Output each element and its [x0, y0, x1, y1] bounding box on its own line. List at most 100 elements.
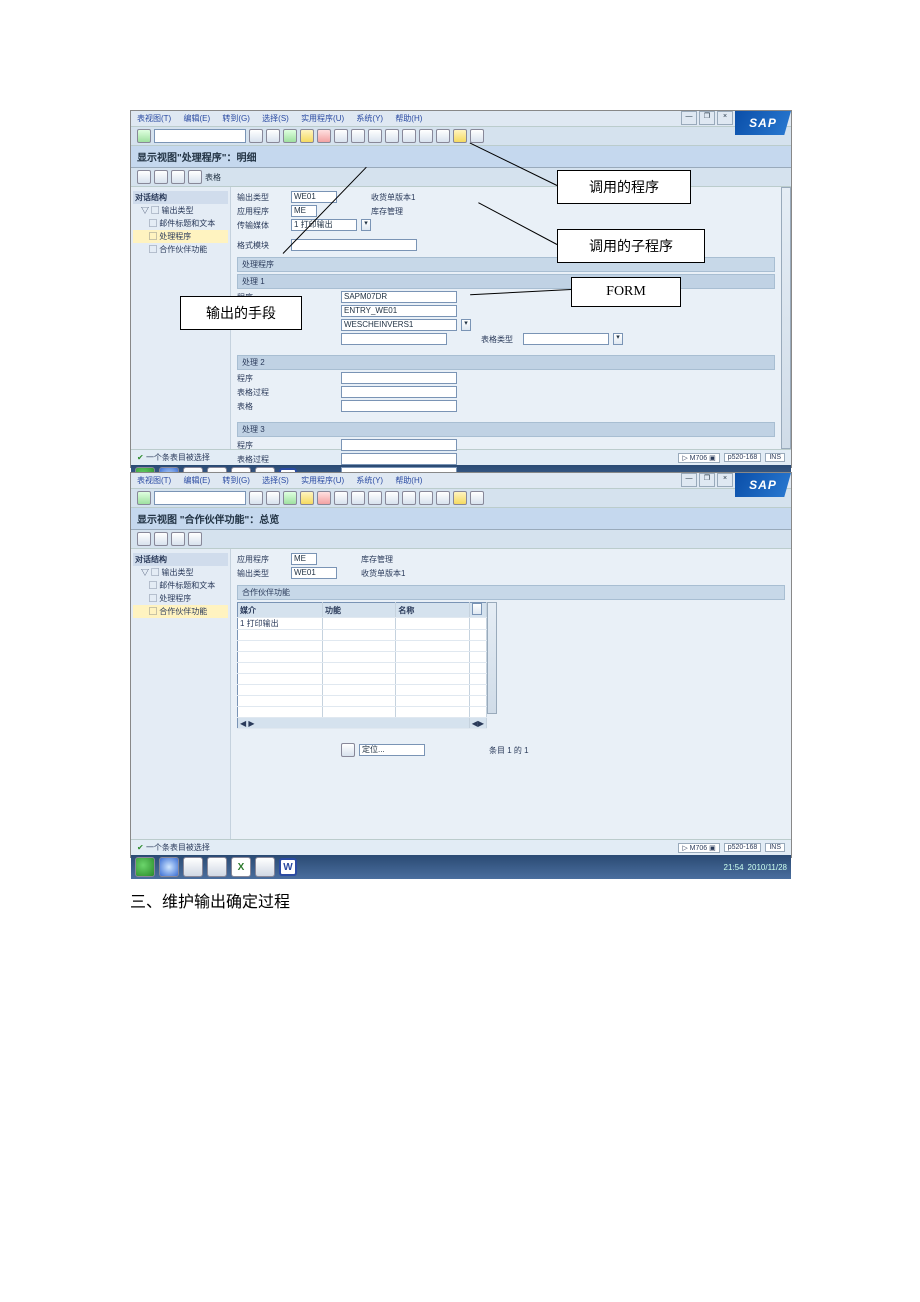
tree-output-type[interactable]: ▽ ▢ 输出类型 — [133, 566, 228, 579]
other-entry-icon[interactable] — [154, 170, 168, 184]
tree-mail-title[interactable]: ▢ 邮件标题和文本 — [133, 579, 228, 592]
col-name[interactable]: 名称 — [396, 603, 469, 618]
table-row[interactable] — [238, 630, 487, 641]
menu-help[interactable]: 帮助(H) — [395, 476, 422, 485]
proc2-routine-field[interactable] — [341, 386, 457, 398]
menu-utilities[interactable]: 实用程序(U) — [301, 476, 344, 485]
menu-edit[interactable]: 编辑(E) — [183, 476, 210, 485]
table-row-hscroll[interactable]: ◀ ▶◀▶ — [238, 718, 487, 729]
form-type-dropdown-icon[interactable]: ▾ — [613, 333, 623, 345]
close-icon[interactable]: × — [717, 111, 733, 125]
table-row[interactable]: 1 打印输出 — [238, 618, 487, 630]
menu-table-view[interactable]: 表视图(T) — [137, 476, 171, 485]
tree-partner-function[interactable]: ▢ 合作伙伴功能 — [133, 605, 228, 618]
find-next-icon[interactable] — [368, 491, 382, 505]
minimize-icon[interactable]: — — [681, 473, 697, 487]
close-icon[interactable]: × — [717, 473, 733, 487]
sap-task-icon[interactable] — [255, 857, 275, 877]
medium-dropdown-icon[interactable]: ▾ — [361, 219, 371, 231]
find-icon[interactable] — [351, 491, 365, 505]
last-page-icon[interactable] — [436, 129, 450, 143]
menu-system[interactable]: 系统(Y) — [356, 114, 383, 123]
stop-icon[interactable] — [317, 491, 331, 505]
app-icon[interactable] — [207, 857, 227, 877]
tree-mail-title[interactable]: ▢ 邮件标题和文本 — [133, 217, 228, 230]
table-row[interactable] — [238, 707, 487, 718]
menu-edit[interactable]: 编辑(E) — [183, 114, 210, 123]
first-page-icon[interactable] — [385, 491, 399, 505]
save-icon[interactable] — [249, 491, 263, 505]
vertical-scrollbar[interactable] — [781, 187, 791, 449]
start-button-icon[interactable] — [135, 857, 155, 877]
menu-goto[interactable]: 转到(G) — [222, 476, 250, 485]
table-row[interactable] — [238, 641, 487, 652]
new-session-icon[interactable] — [453, 491, 467, 505]
command-field[interactable] — [154, 129, 246, 143]
excel-icon[interactable]: X — [231, 857, 251, 877]
new-session-icon[interactable] — [453, 129, 467, 143]
next-page-icon[interactable] — [419, 129, 433, 143]
col-medium[interactable]: 媒介 — [238, 603, 323, 618]
proc3-routine-field[interactable] — [341, 453, 457, 465]
table-row[interactable] — [238, 663, 487, 674]
restore-icon[interactable]: ❐ — [699, 473, 715, 487]
tree-output-type[interactable]: ▽ ▢ 输出类型 — [133, 204, 228, 217]
tree-processing-program[interactable]: ▢ 处理程序 — [133, 230, 228, 243]
back-icon[interactable] — [266, 129, 280, 143]
prev-page-icon[interactable] — [402, 129, 416, 143]
first-page-icon[interactable] — [385, 129, 399, 143]
menu-system[interactable]: 系统(Y) — [356, 476, 383, 485]
menu-goto[interactable]: 转到(G) — [222, 114, 250, 123]
enter-icon[interactable] — [137, 129, 151, 143]
exit-icon[interactable] — [283, 129, 297, 143]
layout-icon[interactable] — [470, 491, 484, 505]
select-all-icon[interactable] — [188, 170, 202, 184]
display-change-icon[interactable] — [137, 170, 151, 184]
col-function[interactable]: 功能 — [323, 603, 396, 618]
save-icon[interactable] — [249, 129, 263, 143]
application-field[interactable]: ME — [291, 205, 317, 217]
proc1-program-field[interactable]: SAPM07DR — [341, 291, 457, 303]
prev-page-icon[interactable] — [402, 491, 416, 505]
layout-icon[interactable] — [470, 129, 484, 143]
proc2-program-field[interactable] — [341, 372, 457, 384]
output-type-field[interactable]: WE01 — [291, 191, 337, 203]
print-icon[interactable] — [334, 491, 348, 505]
cancel-icon[interactable] — [300, 491, 314, 505]
table-vertical-scrollbar[interactable] — [487, 602, 497, 714]
application-field[interactable]: ME — [291, 553, 317, 565]
proc2-form-field[interactable] — [341, 400, 457, 412]
menu-help[interactable]: 帮助(H) — [395, 114, 422, 123]
table-row[interactable] — [238, 652, 487, 663]
minimize-icon[interactable]: — — [681, 111, 697, 125]
deselect-all-icon[interactable] — [171, 532, 185, 546]
enter-icon[interactable] — [137, 491, 151, 505]
find-icon[interactable] — [351, 129, 365, 143]
menu-utilities[interactable]: 实用程序(U) — [301, 114, 344, 123]
next-page-icon[interactable] — [419, 491, 433, 505]
table-row[interactable] — [238, 696, 487, 707]
menu-table-view[interactable]: 表视图(T) — [137, 114, 171, 123]
copy-icon[interactable] — [171, 170, 185, 184]
display-change-icon[interactable] — [137, 532, 151, 546]
transmission-medium-field[interactable]: 1 打印输出 — [291, 219, 357, 231]
restore-icon[interactable]: ❐ — [699, 111, 715, 125]
stop-icon[interactable] — [317, 129, 331, 143]
explorer-icon[interactable] — [183, 857, 203, 877]
format-module-field[interactable] — [291, 239, 417, 251]
last-page-icon[interactable] — [436, 491, 450, 505]
position-field[interactable]: 定位... — [359, 744, 425, 756]
find-next-icon[interactable] — [368, 129, 382, 143]
select-all-icon[interactable] — [154, 532, 168, 546]
table-row[interactable] — [238, 674, 487, 685]
command-field[interactable] — [154, 491, 246, 505]
tree-partner-function[interactable]: ▢ 合作伙伴功能 — [133, 243, 228, 256]
col-selector[interactable] — [469, 603, 486, 618]
select-block-icon[interactable] — [188, 532, 202, 546]
tree-processing-program[interactable]: ▢ 处理程序 — [133, 592, 228, 605]
table-row[interactable] — [238, 685, 487, 696]
print-icon[interactable] — [334, 129, 348, 143]
menu-select[interactable]: 选择(S) — [262, 476, 289, 485]
ie-icon[interactable] — [159, 857, 179, 877]
exit-icon[interactable] — [283, 491, 297, 505]
